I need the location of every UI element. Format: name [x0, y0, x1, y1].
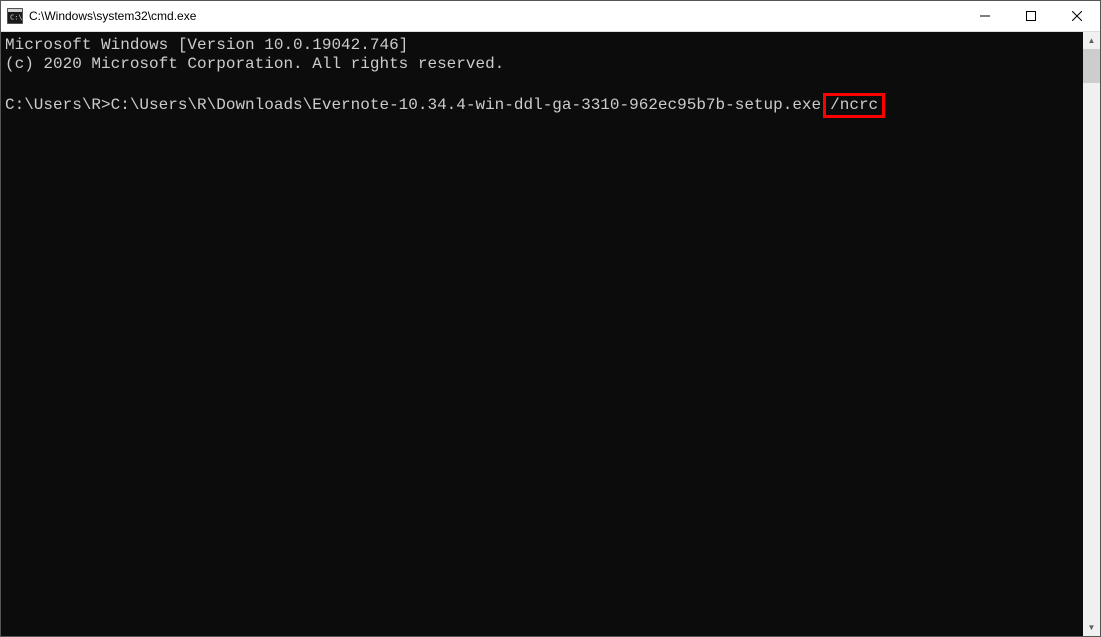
- terminal-line: (c) 2020 Microsoft Corporation. All righ…: [5, 55, 504, 73]
- scrollbar-track[interactable]: [1083, 49, 1100, 619]
- highlight-annotation: /ncrc: [823, 93, 885, 118]
- terminal-line: Microsoft Windows [Version 10.0.19042.74…: [5, 36, 408, 54]
- cmd-window: C:\ C:\Windows\system32\cmd.exe Microsof…: [0, 0, 1101, 637]
- scrollbar-thumb[interactable]: [1083, 49, 1100, 83]
- chevron-down-icon: ▼: [1088, 624, 1096, 632]
- scroll-up-button[interactable]: ▲: [1083, 32, 1100, 49]
- client-area: Microsoft Windows [Version 10.0.19042.74…: [1, 32, 1100, 636]
- minimize-button[interactable]: [962, 1, 1008, 31]
- prompt-text: C:\Users\R>C:\Users\R\Downloads\Evernote…: [5, 96, 821, 114]
- cmd-icon: C:\: [7, 8, 23, 24]
- close-button[interactable]: [1054, 1, 1100, 31]
- terminal-prompt-line: C:\Users\R>C:\Users\R\Downloads\Evernote…: [5, 96, 885, 114]
- maximize-button[interactable]: [1008, 1, 1054, 31]
- scroll-down-button[interactable]: ▼: [1083, 619, 1100, 636]
- terminal-output[interactable]: Microsoft Windows [Version 10.0.19042.74…: [1, 32, 1083, 636]
- svg-text:C:\: C:\: [10, 14, 23, 22]
- window-title: C:\Windows\system32\cmd.exe: [29, 9, 962, 23]
- chevron-up-icon: ▲: [1088, 37, 1096, 45]
- vertical-scrollbar[interactable]: ▲ ▼: [1083, 32, 1100, 636]
- titlebar[interactable]: C:\ C:\Windows\system32\cmd.exe: [1, 1, 1100, 32]
- window-controls: [962, 1, 1100, 31]
